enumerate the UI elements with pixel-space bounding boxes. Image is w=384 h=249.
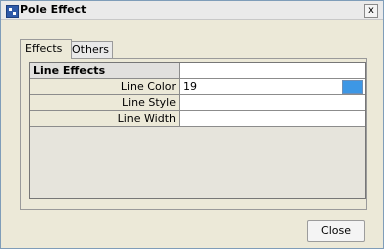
- property-header-value: [181, 63, 365, 78]
- line-width-value[interactable]: [181, 111, 365, 126]
- tab-panel: Line Effects Line Color 19 Line Style Li…: [20, 58, 367, 210]
- line-color-value[interactable]: 19: [181, 79, 365, 94]
- app-icon: [6, 5, 19, 18]
- window-title: Pole Effect: [20, 3, 87, 16]
- close-button[interactable]: Close: [307, 220, 365, 242]
- line-style-row[interactable]: Line Style: [30, 95, 365, 111]
- tab-effects[interactable]: Effects: [20, 39, 72, 59]
- close-icon[interactable]: x: [364, 4, 378, 18]
- line-width-row[interactable]: Line Width: [30, 111, 365, 127]
- line-color-label: Line Color: [30, 79, 180, 94]
- tab-others[interactable]: Others: [67, 41, 113, 58]
- line-color-row[interactable]: Line Color 19: [30, 79, 365, 95]
- line-style-label: Line Style: [30, 95, 180, 110]
- dialog-window: Pole Effect x Effects Others Line Effect…: [0, 0, 384, 249]
- property-header-row: Line Effects: [30, 63, 365, 79]
- line-style-value[interactable]: [181, 95, 365, 110]
- color-picker-button[interactable]: [342, 80, 363, 94]
- property-table: Line Effects Line Color 19 Line Style Li…: [29, 62, 366, 199]
- line-width-label: Line Width: [30, 111, 180, 126]
- property-section-title: Line Effects: [30, 63, 180, 78]
- title-bar: Pole Effect x: [1, 1, 383, 20]
